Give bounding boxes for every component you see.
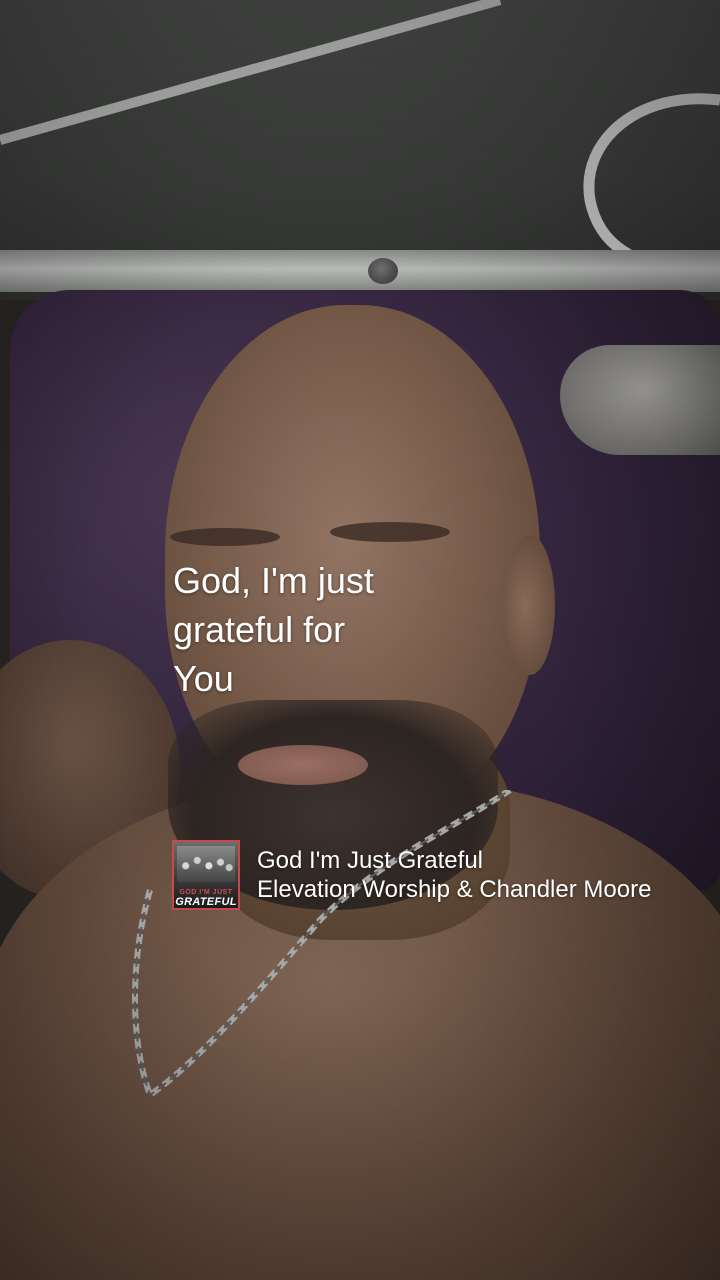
lyrics-line: grateful for <box>173 609 346 650</box>
music-sticker[interactable]: GOD I'M JUST GRATEFUL God I'm Just Grate… <box>172 839 717 911</box>
album-art-subtitle: GOD I'M JUST <box>179 889 233 896</box>
lyrics-line: You <box>173 658 234 699</box>
album-art-title: GRATEFUL <box>175 896 237 908</box>
track-info: God I'm Just Grateful Elevation Worship … <box>257 846 651 904</box>
track-title: God I'm Just Grateful <box>257 847 483 874</box>
track-artist: Elevation Worship & Chandler Moore <box>257 876 652 903</box>
album-art-photo <box>177 846 235 882</box>
lyrics-line: God, I'm just <box>173 560 374 601</box>
lyrics-text: God, I'm just grateful for You <box>173 556 433 703</box>
album-art: GOD I'M JUST GRATEFUL <box>172 840 240 910</box>
story-viewer: God, I'm just grateful for You GOD I'M J… <box>0 0 720 1280</box>
